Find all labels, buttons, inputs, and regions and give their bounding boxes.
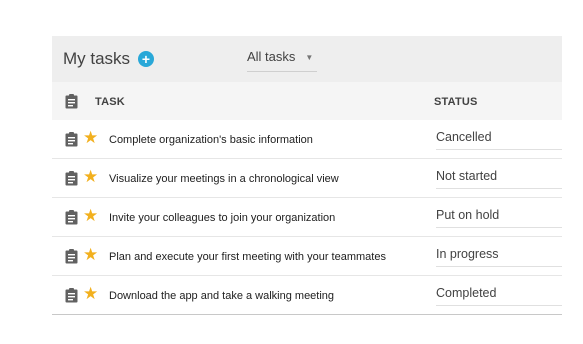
- task-row[interactable]: ★ Download the app and take a walking me…: [52, 276, 562, 315]
- task-filter-value: All tasks: [247, 49, 296, 64]
- task-status-field[interactable]: Not started: [436, 169, 562, 189]
- star-icon[interactable]: ★: [83, 168, 98, 185]
- task-column-header[interactable]: TASK: [95, 96, 125, 108]
- star-icon[interactable]: ★: [83, 285, 98, 302]
- star-icon[interactable]: ★: [83, 129, 98, 146]
- task-name[interactable]: Visualize your meetings in a chronologic…: [109, 173, 339, 185]
- task-name[interactable]: Download the app and take a walking meet…: [109, 290, 334, 302]
- table-header: TASK STATUS: [52, 82, 562, 120]
- task-status-field[interactable]: Completed: [436, 286, 562, 306]
- caret-down-icon: ▼: [305, 53, 314, 62]
- task-row[interactable]: ★ Complete organization's basic informat…: [52, 120, 562, 159]
- task-row[interactable]: ★ Plan and execute your first meeting wi…: [52, 237, 562, 276]
- clipboard-icon: [65, 288, 78, 303]
- task-status-field[interactable]: Put on hold: [436, 208, 562, 228]
- task-name[interactable]: Complete organization's basic informatio…: [109, 134, 313, 146]
- tasks-toolbar: My tasks + All tasks ▼: [52, 36, 562, 82]
- task-row[interactable]: ★ Invite your colleagues to join your or…: [52, 198, 562, 237]
- task-name[interactable]: Plan and execute your first meeting with…: [109, 251, 386, 263]
- task-status-field[interactable]: In progress: [436, 247, 562, 267]
- clipboard-icon: [65, 132, 78, 147]
- page-title: My tasks: [63, 49, 131, 68]
- star-icon[interactable]: ★: [83, 246, 98, 263]
- task-name[interactable]: Invite your colleagues to join your orga…: [109, 212, 335, 224]
- task-status-field[interactable]: Cancelled: [436, 130, 562, 150]
- task-list: ★ Complete organization's basic informat…: [52, 120, 562, 315]
- my-tasks-panel: My tasks + All tasks ▼ TASK STATUS ★ Com…: [52, 36, 562, 315]
- clipboard-icon: [65, 210, 78, 225]
- clipboard-icon: [65, 94, 78, 109]
- clipboard-icon: [65, 249, 78, 264]
- status-column-header[interactable]: STATUS: [434, 96, 478, 108]
- add-task-button[interactable]: +: [138, 51, 154, 67]
- clipboard-icon: [65, 171, 78, 186]
- plus-circle-icon: +: [141, 51, 151, 67]
- task-row[interactable]: ★ Visualize your meetings in a chronolog…: [52, 159, 562, 198]
- task-filter-dropdown[interactable]: All tasks ▼: [247, 49, 318, 72]
- star-icon[interactable]: ★: [83, 207, 98, 224]
